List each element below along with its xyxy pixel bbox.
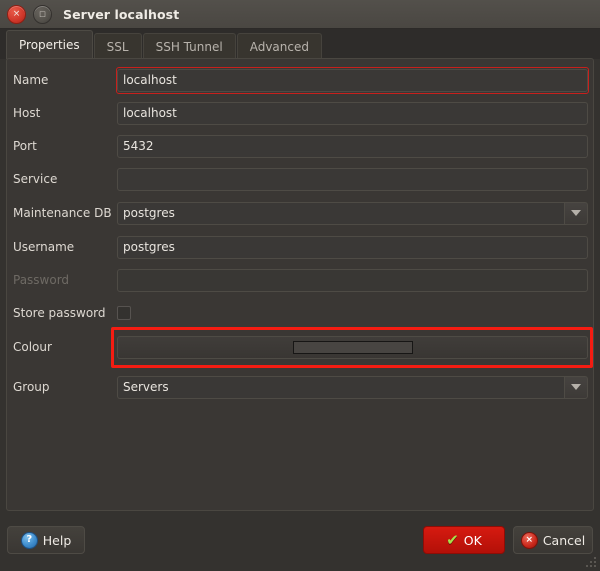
form-row-colour: Colour [7, 326, 593, 368]
ok-button[interactable]: ✔ OK [423, 526, 505, 554]
label-host: Host [13, 106, 41, 120]
group-control: Servers [117, 375, 588, 399]
group-combobox[interactable]: Servers [117, 375, 588, 399]
port-input[interactable] [117, 134, 588, 158]
window-title: Server localhost [63, 6, 180, 22]
password-control [117, 268, 588, 292]
maximize-icon: □ [39, 9, 46, 18]
help-button-label: Help [42, 532, 72, 548]
store-password-checkbox[interactable] [117, 306, 131, 320]
tab-ssh-tunnel-label: SSH Tunnel [155, 39, 223, 54]
checkmark-icon: ✔ [446, 530, 459, 549]
maximize-window-button[interactable]: □ [33, 4, 52, 24]
tab-advanced-label: Advanced [249, 39, 309, 54]
form-row-group: Group Servers [7, 374, 593, 400]
tab-properties[interactable]: Properties [6, 30, 93, 59]
server-properties-dialog: × □ Server localhost Properties SSL SSH … [0, 0, 600, 571]
form-row-name: Name [7, 66, 593, 94]
help-circle-icon: ? [20, 531, 38, 549]
host-control [117, 101, 588, 125]
form-row-maintenance-db: Maintenance DB postgres [7, 200, 593, 226]
maintenance-db-dropdown-button[interactable] [564, 201, 588, 225]
ok-button-label: OK [463, 532, 482, 548]
username-input[interactable] [117, 235, 588, 259]
cancel-button-label: Cancel [542, 532, 586, 548]
name-control [116, 66, 589, 94]
chevron-down-icon [571, 384, 581, 390]
colour-picker-button[interactable] [117, 335, 588, 359]
close-icon: × [12, 8, 21, 19]
service-input[interactable] [117, 167, 588, 191]
form-row-service: Service [7, 166, 593, 192]
label-username: Username [13, 240, 75, 254]
store-password-control [117, 306, 588, 320]
help-button[interactable]: ? Help [7, 526, 85, 554]
group-dropdown-button[interactable] [564, 375, 588, 399]
maintenance-db-control: postgres [117, 201, 588, 225]
username-control [117, 235, 588, 259]
tab-ssh-tunnel[interactable]: SSH Tunnel [142, 33, 236, 59]
colour-control [111, 326, 593, 368]
form-row-username: Username [7, 234, 593, 260]
label-service: Service [13, 172, 58, 186]
dialog-button-bar: ? Help ✔ OK × Cancel [0, 514, 600, 571]
label-name: Name [13, 73, 49, 87]
colour-swatch[interactable] [292, 340, 413, 354]
name-input[interactable] [117, 68, 588, 92]
form-row-port: Port [7, 133, 593, 159]
label-colour: Colour [13, 340, 52, 354]
service-control [117, 167, 588, 191]
title-bar: × □ Server localhost [0, 0, 600, 29]
tab-advanced[interactable]: Advanced [236, 33, 322, 59]
form-row-store-password: Store password [7, 300, 593, 326]
properties-panel: Name Host Port [6, 58, 594, 511]
label-group: Group [13, 380, 50, 394]
host-input[interactable] [117, 101, 588, 125]
label-port: Port [13, 139, 37, 153]
close-window-button[interactable]: × [7, 4, 26, 24]
form-row-host: Host [7, 100, 593, 126]
label-maintenance-db: Maintenance DB [13, 206, 112, 220]
cancel-circle-icon: × [520, 531, 538, 549]
cancel-button[interactable]: × Cancel [513, 526, 593, 554]
maintenance-db-value[interactable]: postgres [117, 201, 564, 225]
tab-ssl[interactable]: SSL [93, 33, 142, 59]
tab-ssl-label: SSL [106, 39, 129, 54]
form-row-password: Password [7, 267, 593, 293]
password-input[interactable] [117, 268, 588, 292]
label-password: Password [13, 273, 70, 287]
port-control [117, 134, 588, 158]
label-store-password: Store password [13, 306, 106, 320]
resize-grip[interactable] [585, 556, 597, 568]
tab-properties-label: Properties [19, 38, 80, 52]
tab-bar: Properties SSL SSH Tunnel Advanced [0, 29, 600, 59]
maintenance-db-combobox[interactable]: postgres [117, 201, 588, 225]
group-value[interactable]: Servers [117, 375, 564, 399]
chevron-down-icon [571, 210, 581, 216]
